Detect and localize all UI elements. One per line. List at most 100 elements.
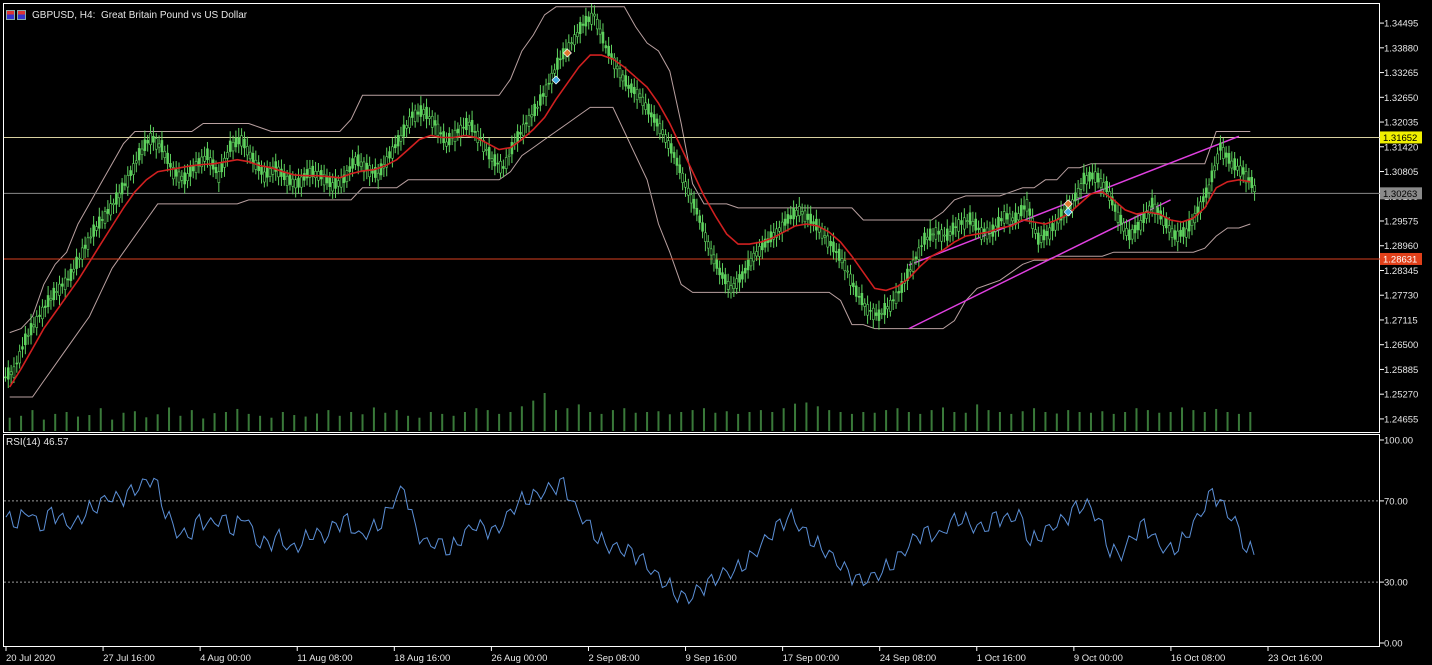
- time-tick-label: 9 Sep 16:00: [686, 653, 737, 664]
- candle-body: [968, 212, 972, 225]
- candle-body: [860, 292, 864, 306]
- candle-body: [926, 236, 929, 241]
- candle-body: [803, 210, 807, 223]
- candle-body: [1122, 222, 1125, 232]
- candle-body: [1130, 229, 1134, 240]
- candle-body: [1028, 208, 1032, 216]
- volume-bar: [976, 404, 979, 431]
- candle-body: [755, 251, 758, 257]
- candle-body: [1224, 152, 1228, 158]
- candle-body: [476, 130, 480, 144]
- volume-bar: [1044, 412, 1047, 431]
- candle-body: [26, 334, 30, 337]
- time-tick-label: 20 Jul 2020: [6, 653, 55, 664]
- candle-body: [157, 143, 161, 148]
- candle-body: [738, 274, 741, 283]
- candle-body: [786, 214, 790, 224]
- time-axis: 20 Jul 2020 27 Jul 16:00 4 Aug 00:00 11 Aug…: [5, 647, 1322, 664]
- candle-body: [1125, 228, 1128, 236]
- volume-bar: [1067, 410, 1070, 431]
- volume-bar: [350, 412, 353, 431]
- candle-body: [1162, 216, 1165, 226]
- candle-body: [408, 116, 411, 128]
- time-tick-label: 27 Jul 16:00: [103, 653, 155, 664]
- candle-body: [951, 222, 955, 235]
- candle-body: [678, 164, 682, 173]
- price-tick-label: 1.33265: [1384, 68, 1418, 79]
- volume-bar: [589, 412, 592, 431]
- trade-markers[interactable]: [551, 48, 1073, 217]
- volume-bar: [1203, 412, 1206, 431]
- price-tick-label: 1.29575: [1384, 217, 1418, 228]
- time-tick-label: 23 Oct 16:00: [1268, 653, 1322, 664]
- candle-body: [285, 175, 289, 187]
- candle-body: [1250, 176, 1254, 189]
- candle-body: [112, 203, 115, 206]
- candle-body: [650, 112, 653, 118]
- candle-body: [547, 82, 551, 85]
- candle-body: [1037, 232, 1040, 245]
- candle-body: [470, 120, 474, 133]
- candle-body: [462, 126, 465, 129]
- candle-body: [880, 312, 884, 315]
- volume-bar: [634, 412, 637, 431]
- candle-body: [840, 258, 844, 264]
- candle-body: [576, 32, 579, 37]
- candle-body: [166, 152, 169, 164]
- candle-body: [556, 57, 559, 70]
- candle-body: [971, 221, 975, 227]
- candle-body: [1025, 199, 1029, 212]
- candle-body: [726, 281, 730, 290]
- candle-body: [854, 285, 858, 297]
- price-chart[interactable]: 1.344951.338801.332651.326501.320351.314…: [0, 0, 1432, 665]
- price-tick-label: 1.27115: [1384, 315, 1418, 326]
- candle-body: [18, 351, 21, 364]
- support-tag-label: 1.28631: [1383, 254, 1417, 265]
- volume-bar: [919, 413, 922, 431]
- candle-body: [448, 133, 451, 146]
- volume-bar: [748, 412, 751, 431]
- candle-body: [75, 256, 78, 269]
- candle-body: [675, 157, 679, 166]
- candle-body: [180, 175, 184, 181]
- candle-body: [465, 118, 468, 131]
- candle-body: [163, 150, 167, 158]
- candle-body: [652, 114, 656, 123]
- candle-body: [422, 109, 426, 115]
- candle-body: [152, 136, 155, 143]
- candle-body: [1190, 219, 1194, 226]
- volume-bar: [725, 411, 728, 431]
- volume-bar: [361, 414, 364, 431]
- candle-body: [49, 297, 53, 301]
- candle-body: [351, 158, 354, 169]
- trend-channel-upper: [908, 135, 1240, 266]
- candle-body: [206, 148, 209, 161]
- candle-body: [66, 278, 70, 281]
- volume-bar: [236, 408, 239, 431]
- candle-body: [83, 244, 87, 249]
- volume-bar: [782, 408, 785, 431]
- candle-body: [1002, 211, 1006, 224]
- resistance-tag-label: 1.31652: [1383, 133, 1417, 144]
- candle-body: [928, 228, 932, 241]
- candle-body: [496, 162, 499, 165]
- candle-body: [1019, 205, 1023, 217]
- candle-body: [783, 218, 787, 226]
- candle-body: [778, 227, 781, 232]
- candles: [4, 3, 1256, 389]
- candle-body: [194, 161, 198, 173]
- candle-body: [644, 102, 647, 110]
- candle-body: [331, 182, 334, 192]
- volume-bar: [714, 412, 717, 431]
- candle-body: [1136, 221, 1140, 231]
- candle-body: [558, 58, 562, 61]
- volume-bar: [1010, 413, 1013, 431]
- volume-bar: [702, 408, 705, 431]
- candle-body: [453, 129, 457, 142]
- candle-body: [798, 206, 801, 216]
- candle-body: [391, 146, 394, 159]
- candle-body: [388, 151, 391, 159]
- volume-bar: [190, 410, 193, 431]
- time-tick-label: 2 Sep 08:00: [588, 653, 639, 664]
- volume-bar: [839, 412, 842, 431]
